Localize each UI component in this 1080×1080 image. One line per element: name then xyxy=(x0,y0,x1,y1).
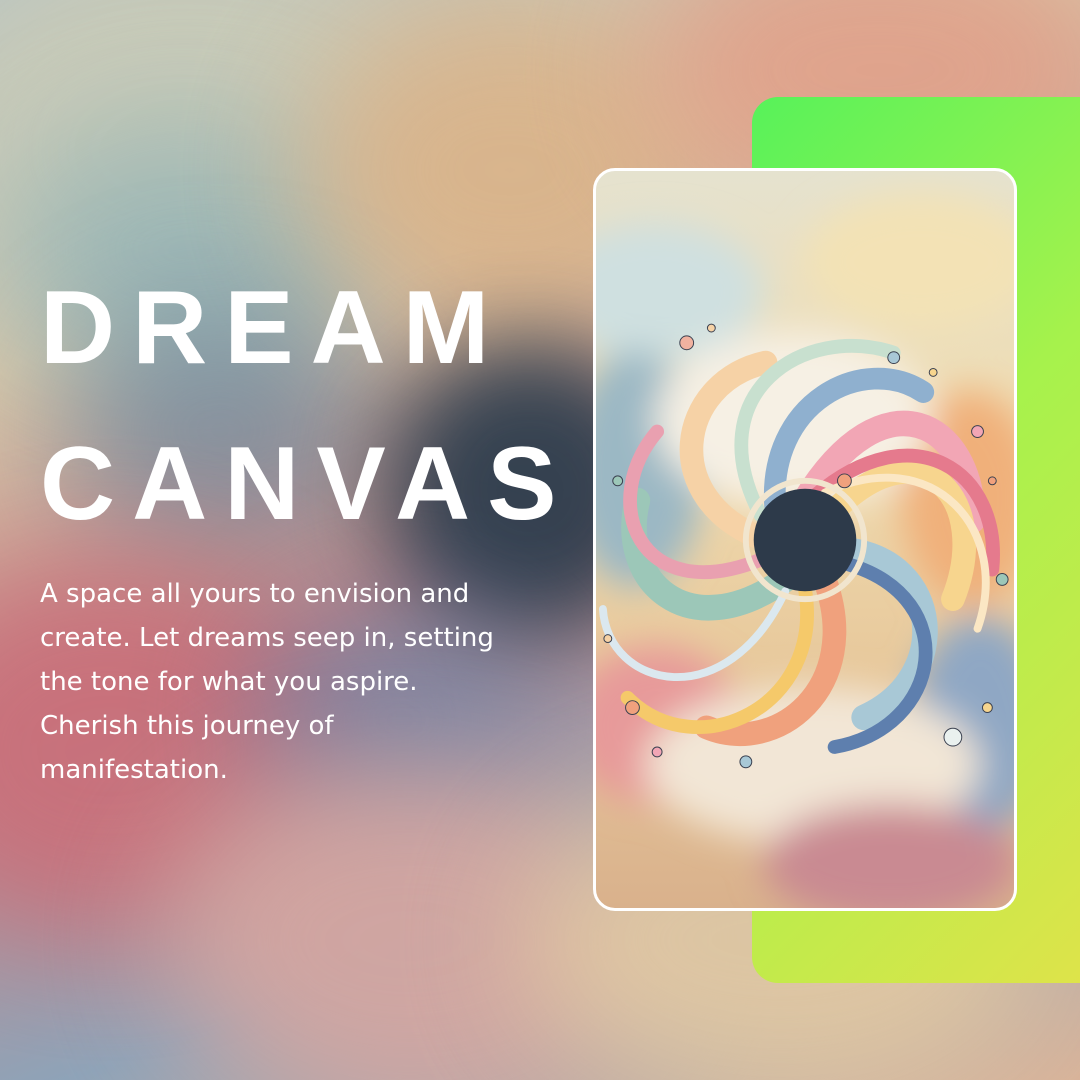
swirl-artwork xyxy=(596,192,1014,908)
title-line-dream: DREAM xyxy=(40,270,507,386)
description-text: A space all yours to envision and create… xyxy=(40,579,494,785)
title-line-canvas: CANVAS xyxy=(40,426,574,542)
artwork-card xyxy=(593,168,1017,911)
